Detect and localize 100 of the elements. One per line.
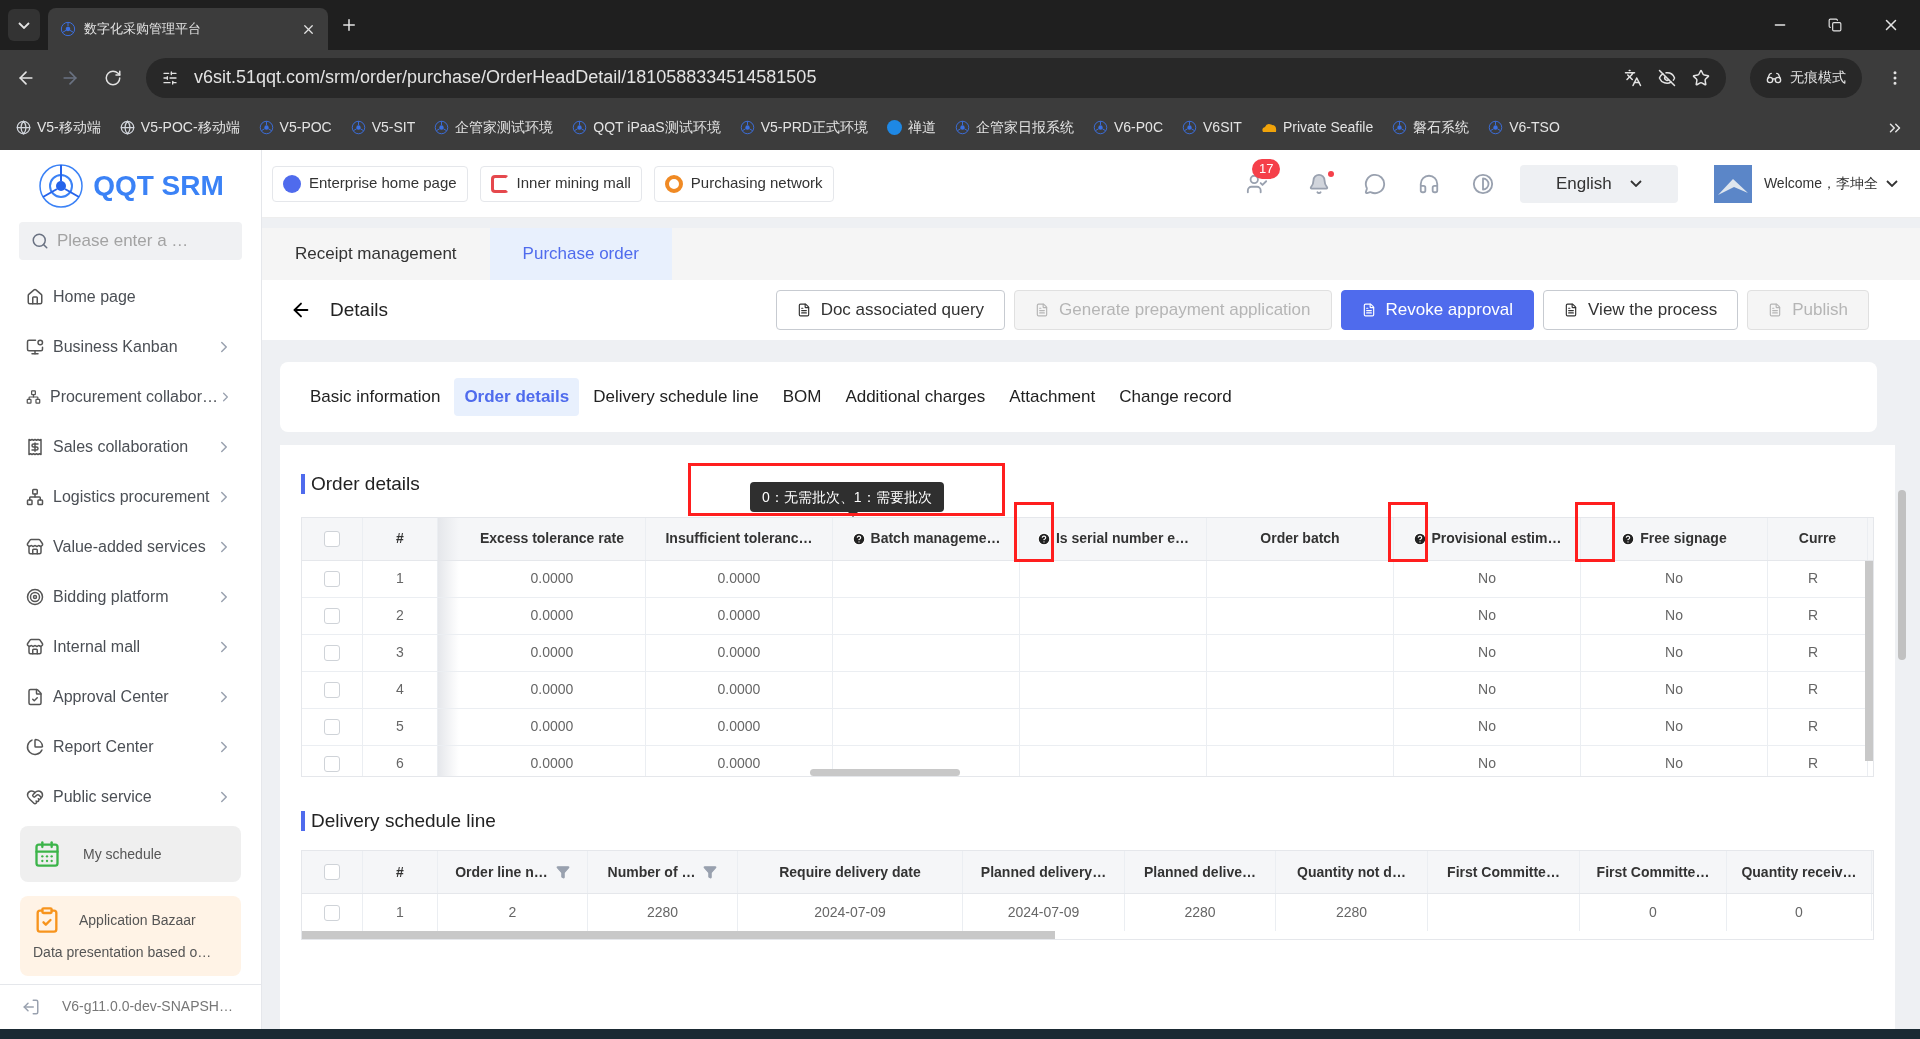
section-tab[interactable]: Change record xyxy=(1109,378,1242,416)
filter-icon[interactable] xyxy=(703,865,718,879)
help-icon[interactable] xyxy=(1621,531,1636,546)
schedule-card[interactable]: My schedule xyxy=(20,826,241,882)
page-tab[interactable]: Purchase order xyxy=(489,228,672,280)
column-header: Quantity receiv… xyxy=(1727,851,1872,893)
action-button[interactable]: Revoke approval xyxy=(1340,290,1535,330)
globe-icon xyxy=(119,120,135,135)
page-title: Details xyxy=(330,297,390,322)
notification-badge: 17 xyxy=(1251,158,1281,179)
table-cell: 0.0000 xyxy=(459,708,646,745)
bookmark[interactable]: V5-POC-移动端 xyxy=(119,117,240,138)
row-checkbox[interactable] xyxy=(324,755,340,772)
bookmark[interactable]: 禅道 xyxy=(887,117,936,138)
section-tab[interactable]: BOM xyxy=(772,378,832,416)
bazaar-card[interactable]: Application Bazaar Data presentation based o… xyxy=(20,896,241,976)
tab-list-button[interactable] xyxy=(8,9,40,41)
store-icon xyxy=(26,538,44,556)
translate-icon[interactable] xyxy=(1624,68,1642,87)
quick-link[interactable]: Purchasing network xyxy=(653,165,834,202)
menu-item[interactable]: Procurement collabor… xyxy=(0,372,261,422)
document-icon xyxy=(1361,303,1376,317)
column-header: Planned delivery… xyxy=(963,851,1125,893)
menu-item[interactable]: Approval Center xyxy=(0,672,261,722)
row-checkbox[interactable] xyxy=(324,681,340,698)
chevron-down-icon xyxy=(1886,180,1898,187)
bookmark[interactable]: V5-移动端 xyxy=(16,117,101,138)
row-checkbox[interactable] xyxy=(324,570,340,587)
bookmark[interactable]: V6SIT xyxy=(1182,117,1242,138)
section-tab[interactable]: Order details xyxy=(454,378,580,416)
row-checkbox[interactable] xyxy=(324,607,340,624)
row-checkbox[interactable] xyxy=(324,904,340,921)
table-cell: 0.0000 xyxy=(459,745,646,776)
page-scrollbar[interactable] xyxy=(1898,490,1906,660)
select-all-checkbox[interactable] xyxy=(324,864,340,880)
menu-item[interactable]: Sales collaboration xyxy=(0,422,261,472)
menu-item[interactable]: Internal mall xyxy=(0,622,261,672)
bookmark[interactable]: 磐石系统 xyxy=(1392,117,1470,138)
chat-icon[interactable] xyxy=(1363,172,1386,195)
vertical-scrollbar[interactable] xyxy=(1865,560,1873,761)
help-icon[interactable] xyxy=(1036,531,1051,546)
column-header: First Committe… xyxy=(1580,851,1727,893)
bazaar-title: Application Bazaar xyxy=(79,910,196,930)
menu-item[interactable]: Home page xyxy=(0,272,261,322)
filter-icon[interactable] xyxy=(555,865,570,879)
bookmark[interactable]: 企管家日报系统 xyxy=(955,117,1074,138)
headset-icon[interactable] xyxy=(1417,172,1440,195)
table-cell: No xyxy=(1581,634,1768,671)
menu-item[interactable]: Report Center xyxy=(0,722,261,772)
table-cell: No xyxy=(1394,708,1581,745)
section-tab[interactable]: Additional charges xyxy=(835,378,996,416)
site-settings-icon xyxy=(162,69,178,86)
address-bar[interactable]: v6sit.51qqt.com/srm/order/purchase/OrderHeadDetail/1810588334514581505 xyxy=(146,57,1726,98)
column-header: Quantity not d… xyxy=(1276,851,1428,893)
user-check-icon[interactable] xyxy=(1245,172,1268,195)
table-cell: No xyxy=(1394,745,1581,776)
menu-item[interactable]: Value-added services xyxy=(0,522,261,572)
bookmark[interactable]: QQT iPaaS测试环境 xyxy=(572,117,721,138)
tooltip: 0：无需批次、1：需要批次 xyxy=(750,482,944,512)
section-tab[interactable]: Delivery schedule line xyxy=(583,378,769,416)
bookmark[interactable]: V6-P0C xyxy=(1093,117,1163,138)
horizontal-scrollbar[interactable] xyxy=(302,931,1055,939)
quick-link[interactable]: Enterprise home page xyxy=(272,165,468,202)
help-icon[interactable] xyxy=(851,531,866,546)
help-icon[interactable] xyxy=(1412,531,1427,546)
document-icon xyxy=(796,303,811,317)
new-tab-icon[interactable] xyxy=(340,16,358,34)
row-checkbox[interactable] xyxy=(324,644,340,661)
bookmark-star-icon[interactable] xyxy=(1692,68,1710,87)
theme-icon[interactable] xyxy=(1471,172,1494,195)
bookmark[interactable]: V5-PRD正式环境 xyxy=(739,117,868,138)
collapse-icon[interactable] xyxy=(22,997,40,1016)
quick-link[interactable]: Inner mining mall xyxy=(479,165,642,202)
select-all-checkbox[interactable] xyxy=(324,530,340,547)
bookmark[interactable]: V5-POC xyxy=(258,117,332,138)
eye-off-icon[interactable] xyxy=(1658,68,1676,87)
row-checkbox[interactable] xyxy=(324,718,340,735)
action-button[interactable]: View the process xyxy=(1543,290,1739,330)
user-menu[interactable]: Welcome，李坤全 xyxy=(1763,173,1898,194)
search-field[interactable]: Please enter a … xyxy=(19,222,242,260)
menu-item[interactable]: Logistics procurement xyxy=(0,472,261,522)
bookmark[interactable]: Private Seafile xyxy=(1260,117,1374,138)
bookmark[interactable]: V5-SIT xyxy=(350,117,416,138)
language-select[interactable]: English xyxy=(1519,164,1678,203)
menu-item[interactable]: Bidding platform xyxy=(0,572,261,622)
reload-icon[interactable] xyxy=(104,68,122,87)
menu-item[interactable]: Business Kanban xyxy=(0,322,261,372)
horizontal-scrollbar[interactable] xyxy=(810,768,960,776)
action-button[interactable]: Doc associated query xyxy=(775,290,1006,330)
table-cell: No xyxy=(1394,560,1581,597)
bookmark[interactable]: V6-TSO xyxy=(1488,117,1560,138)
incognito-button[interactable]: 无痕模式 xyxy=(1750,57,1862,98)
column-header: Order batch xyxy=(1207,517,1394,560)
browser-tab[interactable]: 数字化采购管理平台 xyxy=(48,8,328,50)
restore-icon[interactable] xyxy=(1828,18,1842,32)
section-tab[interactable]: Basic information xyxy=(300,378,451,416)
bookmark[interactable]: 企管家测试环境 xyxy=(434,117,554,138)
section-tab[interactable]: Attachment xyxy=(999,378,1106,416)
bell-icon[interactable] xyxy=(1307,172,1330,195)
menu-item[interactable]: Public service xyxy=(0,772,261,822)
